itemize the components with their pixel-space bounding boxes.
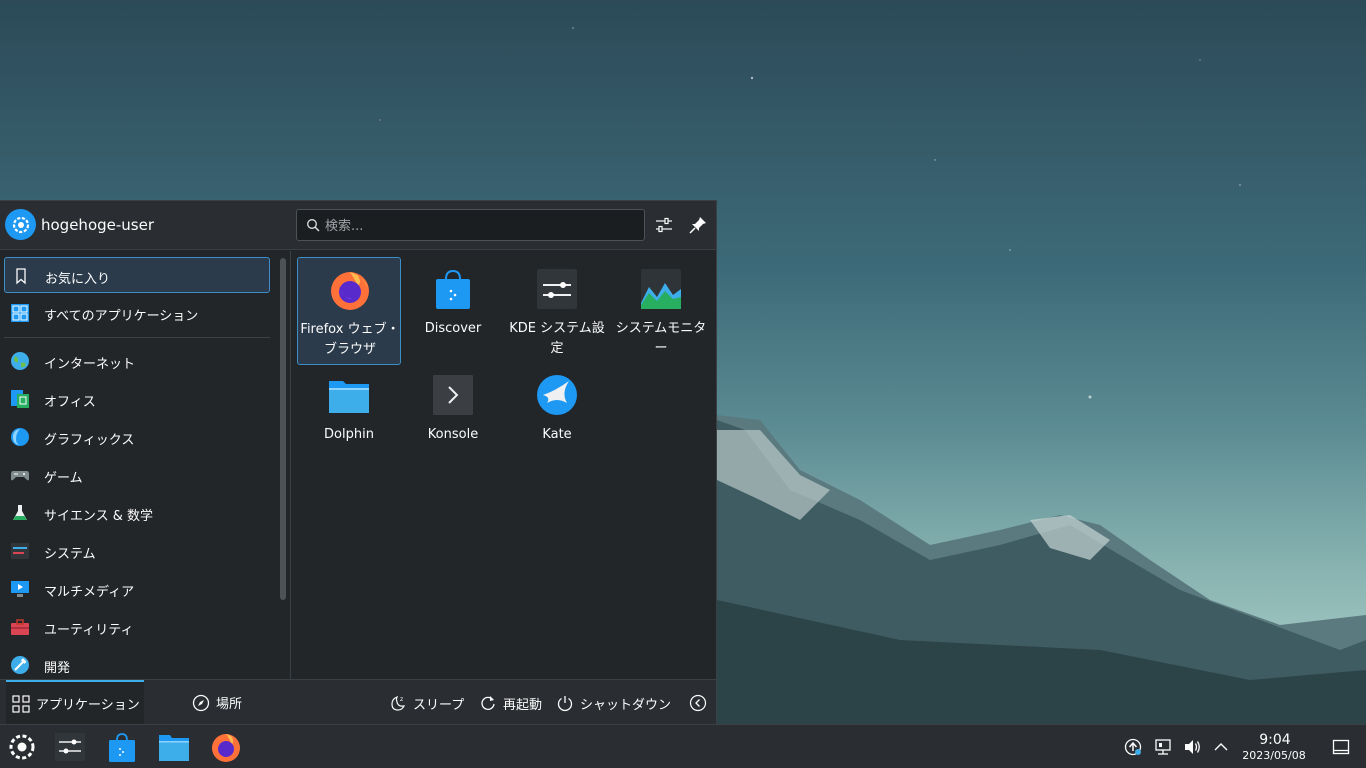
system-icon [11,543,29,559]
kate-icon [537,375,577,415]
category-graphics[interactable]: グラフィックス [4,419,270,455]
tab-applications[interactable]: アプリケーション [6,680,144,725]
app-discover[interactable]: Discover [401,257,505,365]
app-konsole[interactable]: Konsole [401,363,505,471]
app-label: Firefox ウェブ・ブラウザ [300,322,400,357]
category-label: インターネット [44,357,136,372]
app-label: KDE システム設定 [509,321,605,356]
system-settings-taskbar-icon[interactable] [54,731,86,763]
tab-label: 場所 [216,697,243,712]
category-label: ゲーム [44,471,83,486]
pin-icon[interactable] [688,215,708,235]
compass-icon [192,694,210,711]
multimedia-icon [11,581,29,597]
updates-icon[interactable] [1124,738,1142,756]
category-label: マルチメディア [44,585,135,600]
development-icon [11,656,29,674]
svg-text:z: z [400,696,403,703]
category-label: ユーティリティ [44,623,134,638]
category-games[interactable]: ゲーム [4,457,270,493]
user-name: hogehoge-user [41,216,154,234]
category-label: お気に入り [45,272,111,287]
app-firefox[interactable]: Firefox ウェブ・ブラウザ [297,257,401,365]
app-dolphin[interactable]: Dolphin [297,363,401,471]
sidebar-scrollbar[interactable] [280,258,286,600]
discover-icon [436,269,470,309]
category-label: すべてのアプリケーション [44,309,199,324]
category-label: システム [44,547,96,562]
system-monitor-icon [641,269,681,309]
tab-label: アプリケーション [36,698,140,713]
category-label: オフィス [44,395,96,410]
dolphin-folder-icon [329,381,369,413]
bookmark-icon [16,268,26,285]
all-apps-icon [11,304,29,322]
category-label: サイエンス & 数学 [44,509,154,524]
category-internet[interactable]: インターネット [4,343,270,379]
shutdown-button[interactable]: シャットダウン [556,692,671,714]
category-separator [4,337,270,338]
launcher-footer: アプリケーション 場所 z スリープ 再起動 シャットダウン [0,679,716,725]
restart-icon [481,696,495,710]
kde-logo-icon [12,216,29,233]
gamepad-icon [11,471,29,481]
taskbar: 9:04 2023/05/08 [0,724,1366,768]
search-input[interactable] [325,216,635,236]
discover-taskbar-icon[interactable] [106,731,138,763]
app-system-monitor[interactable]: システムモニター [609,257,713,365]
user-avatar[interactable] [5,209,36,240]
show-desktop-icon[interactable] [1332,738,1350,756]
configure-icon[interactable] [654,215,674,235]
restart-label: 再起動 [503,697,543,713]
dolphin-taskbar-icon[interactable] [158,731,190,763]
sleep-icon: z [391,695,406,711]
app-label: システムモニター [615,321,707,356]
category-label: グラフィックス [44,433,135,448]
favorites-grid: Firefox ウェブ・ブラウザ Discover KDE システム設定 システ… [292,251,716,679]
power-icon [557,696,573,712]
science-icon [13,505,27,520]
sleep-label: スリープ [413,697,465,713]
system-settings-icon [537,269,577,309]
clock-time[interactable]: 9:04 [1240,732,1310,748]
application-launcher: hogehoge-user お気に入り [0,200,717,725]
graphics-icon [11,428,29,446]
firefox-taskbar-icon[interactable] [210,731,242,763]
category-sidebar: お気に入り すべてのアプリケーション インターネット オフィス グラフィックス … [0,251,291,679]
search-box[interactable] [296,209,645,241]
firefox-icon [331,272,369,310]
category-science-math[interactable]: サイエンス & 数学 [4,495,270,531]
app-label: Dolphin [324,427,374,442]
office-icon [11,390,29,408]
category-utilities[interactable]: ユーティリティ [4,609,270,645]
volume-icon[interactable] [1183,738,1201,756]
chevron-up-icon[interactable] [1212,738,1230,756]
app-system-settings[interactable]: KDE システム設定 [505,257,609,365]
category-all-applications[interactable]: すべてのアプリケーション [4,295,270,331]
shutdown-label: シャットダウン [580,697,672,713]
app-kate[interactable]: Kate [505,363,609,471]
application-launcher-icon[interactable] [6,731,38,763]
category-label: 開発 [44,661,71,676]
utilities-icon [11,619,29,635]
internet-icon [11,352,29,370]
category-system[interactable]: システム [4,533,270,569]
app-label: Discover [424,321,482,336]
category-development[interactable]: 開発 [4,647,270,683]
tab-places[interactable]: 場所 [192,680,262,725]
restart-button[interactable]: 再起動 [479,692,542,714]
launcher-header: hogehoge-user [0,201,716,250]
search-icon [307,219,320,232]
clock-date[interactable]: 2023/05/08 [1234,749,1314,762]
app-label: Kate [542,427,572,442]
applications-grid-icon [12,694,30,713]
network-icon[interactable] [1154,738,1172,756]
chevron-left-icon[interactable] [689,694,707,712]
sleep-button[interactable]: z スリープ [389,692,464,714]
konsole-icon [433,375,473,415]
category-favorites[interactable]: お気に入り [4,257,270,293]
category-office[interactable]: オフィス [4,381,270,417]
category-multimedia[interactable]: マルチメディア [4,571,270,607]
app-label: Konsole [427,427,479,442]
